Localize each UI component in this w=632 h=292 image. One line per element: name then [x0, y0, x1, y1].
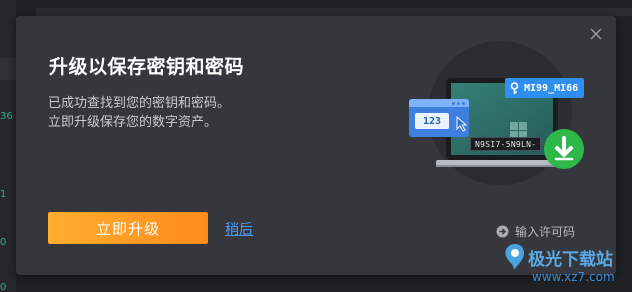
- product-key-text: N9SI7-5N9LN-: [475, 139, 537, 149]
- site-watermark: 极光下载站 www.xz7.com: [498, 240, 632, 292]
- dialog-description: 已成功查找到您的密钥和密码。 立即升级保存您的数字资产。: [48, 94, 230, 132]
- dialog-title: 升级以保存密钥和密码: [49, 56, 245, 78]
- upgrade-now-button[interactable]: 立即升级: [48, 212, 208, 244]
- background-header: [36, 8, 632, 16]
- watermark-name: 极光下载站: [528, 250, 613, 270]
- background-count: 0: [0, 282, 7, 292]
- key-badge: MI99_MI66: [505, 78, 585, 98]
- cursor-icon: [456, 116, 468, 132]
- description-line: 已成功查找到您的密钥和密码。: [48, 96, 231, 111]
- background-count: 0: [0, 237, 7, 248]
- enter-license-label: 输入许可码: [515, 225, 576, 239]
- key-icon: [510, 81, 519, 94]
- background-strip: [0, 58, 16, 80]
- arrow-right-circle-icon: [496, 225, 509, 238]
- description-line: 立即升级保存您的数字资产。: [48, 115, 218, 130]
- product-key-strip: N9SI7-5N9LN-: [470, 137, 542, 151]
- background-count: 1: [0, 189, 7, 200]
- watermark-url: www.xz7.com: [532, 270, 615, 284]
- download-icon: [544, 129, 584, 169]
- watermark-logo-icon: [505, 244, 524, 270]
- password-card-text: 123: [422, 115, 442, 127]
- key-badge-text: MI99_MI66: [524, 82, 579, 94]
- enter-license-link[interactable]: 输入许可码: [496, 223, 575, 240]
- background-count: 36: [0, 111, 13, 122]
- upgrade-dialog: 升级以保存密钥和密码 已成功查找到您的密钥和密码。 立即升级保存您的数字资产。: [16, 16, 616, 275]
- later-link[interactable]: 稍后: [225, 219, 253, 239]
